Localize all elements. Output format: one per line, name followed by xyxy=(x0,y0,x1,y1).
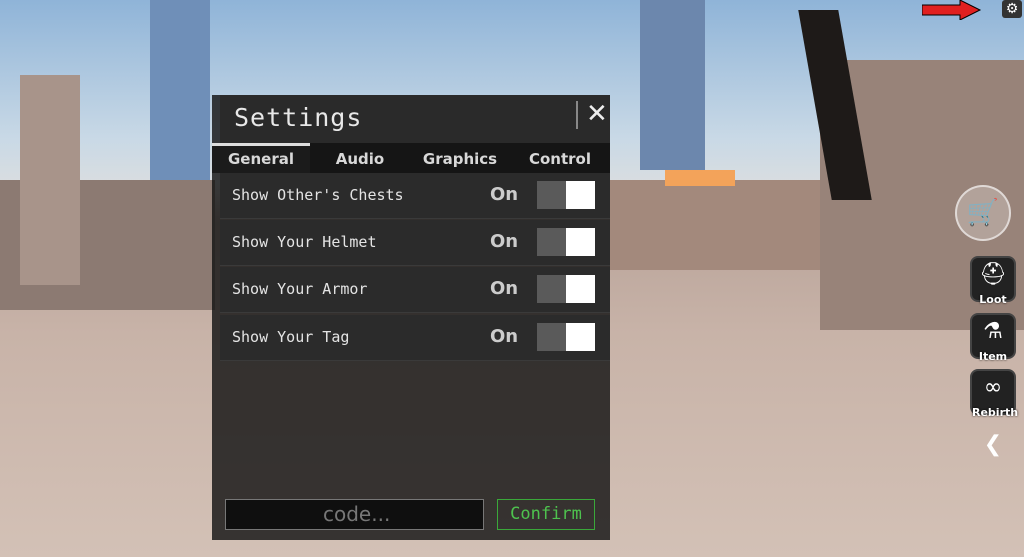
setting-row-tag: Show Your Tag On xyxy=(220,315,610,361)
gear-icon: ⚙ xyxy=(1005,1,1019,17)
tab-bar: General Audio Graphics Control xyxy=(212,143,610,173)
tab-graphics[interactable]: Graphics xyxy=(410,143,510,173)
close-icon: ✕ xyxy=(586,99,608,129)
toggle-knob xyxy=(566,275,595,303)
setting-label: Show Your Tag xyxy=(232,328,350,346)
item-button[interactable]: ⚗ Item xyxy=(970,313,1016,363)
setting-state: On xyxy=(490,278,519,299)
red-arrow-annotation xyxy=(921,0,982,21)
setting-label: Show Your Armor xyxy=(232,280,368,298)
toggle-switch[interactable] xyxy=(537,275,595,303)
setting-row-helmet: Show Your Helmet On xyxy=(220,220,610,266)
loot-button[interactable]: ⛑ Loot xyxy=(970,256,1016,306)
setting-label: Show Other's Chests xyxy=(232,186,404,204)
toggle-switch[interactable] xyxy=(537,181,595,209)
shopping-cart-icon: 🛒 xyxy=(966,198,1000,228)
helmet-icon: ⛑ xyxy=(979,262,1007,287)
settings-titlebar: Settings ✕ xyxy=(220,95,610,143)
toggle-switch[interactable] xyxy=(537,323,595,351)
divider xyxy=(576,101,578,129)
settings-gear-button[interactable]: ⚙ xyxy=(1002,0,1022,18)
tab-audio[interactable]: Audio xyxy=(310,143,410,173)
infinity-icon: ∞ xyxy=(983,375,1003,400)
setting-state: On xyxy=(490,326,519,347)
toggle-switch[interactable] xyxy=(537,228,595,256)
close-button[interactable]: ✕ xyxy=(586,99,608,129)
settings-panel: Settings ✕ General Audio Graphics Contro… xyxy=(212,95,610,540)
setting-state: On xyxy=(490,231,519,252)
rebirth-button[interactable]: ∞ Rebirth xyxy=(970,369,1018,419)
chevron-left-icon: ❮ xyxy=(983,432,1003,457)
toggle-knob xyxy=(566,181,595,209)
panel-title: Settings xyxy=(234,103,363,132)
setting-row-armor: Show Your Armor On xyxy=(220,267,610,313)
toggle-knob xyxy=(566,323,595,351)
code-input[interactable]: code... xyxy=(225,499,484,530)
tab-control[interactable]: Control xyxy=(510,143,610,173)
setting-label: Show Your Helmet xyxy=(232,233,377,251)
tab-general[interactable]: General xyxy=(212,143,310,173)
setting-state: On xyxy=(490,184,519,205)
setting-row-chests: Show Other's Chests On xyxy=(220,173,610,219)
potion-icon: ⚗ xyxy=(983,319,1003,344)
collapse-menu-button[interactable]: ❮ xyxy=(980,432,1006,460)
confirm-button[interactable]: Confirm xyxy=(497,499,595,530)
shop-button[interactable]: 🛒 xyxy=(955,185,1011,241)
toggle-knob xyxy=(566,228,595,256)
